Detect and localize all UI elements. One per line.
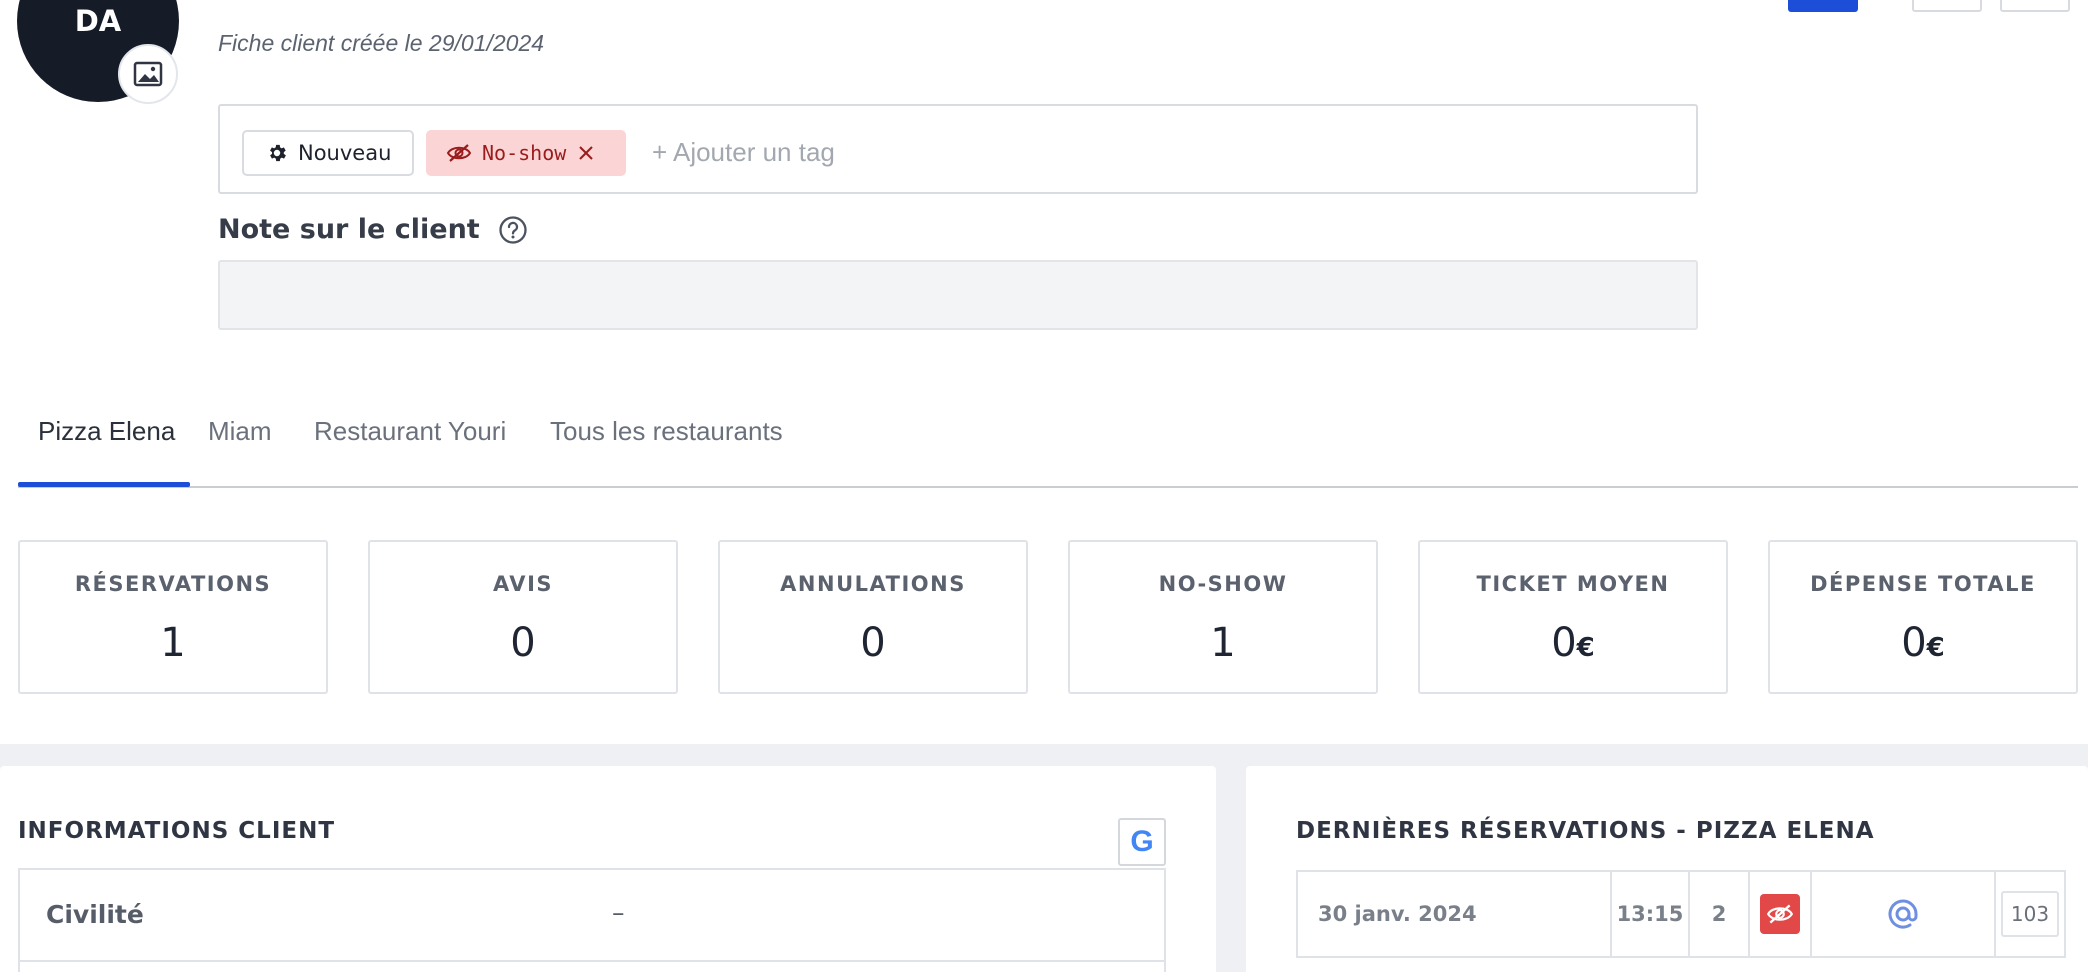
stat-value: 0	[370, 620, 676, 666]
recent-reservations-panel: DERNIÈRES RÉSERVATIONS - PIZZA ELENA 30 …	[1246, 766, 2088, 972]
stat-number: 0	[860, 620, 886, 666]
tab-tous-les-restaurants[interactable]: Tous les restaurants	[550, 416, 783, 447]
tags-box: Nouveau No-show	[218, 104, 1698, 194]
tag-label: No-show	[482, 141, 567, 165]
stat-card-no-show: NO-SHOW 1	[1068, 540, 1378, 694]
avatar-upload-button[interactable]	[118, 44, 178, 104]
avatar-initials: DA	[74, 4, 122, 38]
add-tag-input[interactable]	[652, 132, 1152, 172]
eye-slash-icon	[446, 144, 472, 162]
table-row: Civilité –	[20, 870, 1164, 962]
stat-label: TICKET MOYEN	[1476, 572, 1670, 596]
reservation-covers: 2	[1690, 872, 1750, 956]
stat-unit: €	[1926, 633, 1945, 663]
active-tab-indicator	[18, 482, 190, 487]
primary-action-button[interactable]	[1788, 0, 1858, 12]
eye-slash-icon	[1766, 904, 1794, 924]
stat-label: ANNULATIONS	[780, 572, 966, 596]
table-row[interactable]: 30 janv. 2024 13:15 2 103	[1296, 870, 2066, 958]
image-icon	[133, 61, 163, 87]
stat-value: 0€	[1770, 620, 2076, 666]
tag-no-show[interactable]: No-show	[426, 130, 626, 176]
reservation-date: 30 janv. 2024	[1298, 872, 1612, 956]
tab-miam[interactable]: Miam	[208, 416, 272, 447]
client-note-field[interactable]	[218, 260, 1698, 330]
stat-card-reservations: RÉSERVATIONS 1	[18, 540, 328, 694]
stat-label: NO-SHOW	[1158, 572, 1288, 596]
created-date-note: Fiche client créée le 29/01/2024	[218, 30, 545, 56]
status-badge	[1760, 894, 1800, 934]
tag-label: Nouveau	[298, 141, 392, 165]
stat-label: DÉPENSE TOTALE	[1810, 572, 2036, 596]
tab-pizza-elena[interactable]: Pizza Elena	[38, 416, 175, 447]
reservation-source	[1812, 872, 1996, 956]
client-info-panel: INFORMATIONS CLIENT G Civilité –	[0, 766, 1216, 972]
stat-value: 1	[20, 620, 326, 666]
stat-number: 0	[1551, 620, 1577, 666]
client-info-title: INFORMATIONS CLIENT	[18, 818, 336, 844]
stat-value: 0€	[1420, 620, 1726, 666]
stat-number: 1	[1210, 620, 1236, 666]
stat-card-depense-totale: DÉPENSE TOTALE 0€	[1768, 540, 2078, 694]
stat-label: AVIS	[492, 572, 554, 596]
gear-icon	[270, 144, 286, 162]
stat-number: 1	[160, 620, 186, 666]
reservation-status	[1750, 872, 1812, 956]
remove-tag-button[interactable]	[578, 145, 594, 161]
recent-reservations-title: DERNIÈRES RÉSERVATIONS - PIZZA ELENA	[1296, 818, 1875, 844]
restaurant-tabs: Pizza Elena Miam Restaurant Youri Tous l…	[18, 408, 2078, 488]
stat-unit: €	[1576, 633, 1595, 663]
table-number-badge: 103	[2001, 891, 2059, 937]
more-action-button[interactable]	[2000, 0, 2070, 12]
stat-value: 1	[1070, 620, 1376, 666]
stat-card-ticket-moyen: TICKET MOYEN 0€	[1418, 540, 1728, 694]
client-note-title: Note sur le client	[218, 214, 480, 245]
stat-number: 0	[510, 620, 536, 666]
info-value-civilite[interactable]: –	[612, 898, 625, 927]
help-button[interactable]	[498, 215, 528, 245]
close-icon	[579, 146, 594, 160]
google-icon: G	[1130, 825, 1154, 858]
tag-nouveau[interactable]: Nouveau	[242, 130, 414, 176]
stat-value: 0	[720, 620, 1026, 666]
client-header-section: DA Fiche client créée le 29/01/2024 Nouv…	[0, 0, 2088, 744]
client-info-table: Civilité –	[18, 868, 1166, 972]
google-lookup-button[interactable]: G	[1118, 818, 1166, 866]
tab-restaurant-youri[interactable]: Restaurant Youri	[314, 416, 506, 447]
question-circle-icon	[499, 215, 527, 244]
info-label-civilite: Civilité	[46, 900, 144, 929]
at-icon	[1888, 899, 1918, 929]
stat-number: 0	[1901, 620, 1927, 666]
reservation-table: 103	[1996, 872, 2064, 956]
secondary-action-button[interactable]	[1912, 0, 1982, 12]
stat-card-annulations: ANNULATIONS 0	[718, 540, 1028, 694]
stat-label: RÉSERVATIONS	[74, 572, 272, 596]
reservation-time: 13:15	[1612, 872, 1690, 956]
stat-card-avis: AVIS 0	[368, 540, 678, 694]
avatar: DA	[17, 0, 179, 104]
client-note-heading: Note sur le client	[218, 214, 528, 245]
